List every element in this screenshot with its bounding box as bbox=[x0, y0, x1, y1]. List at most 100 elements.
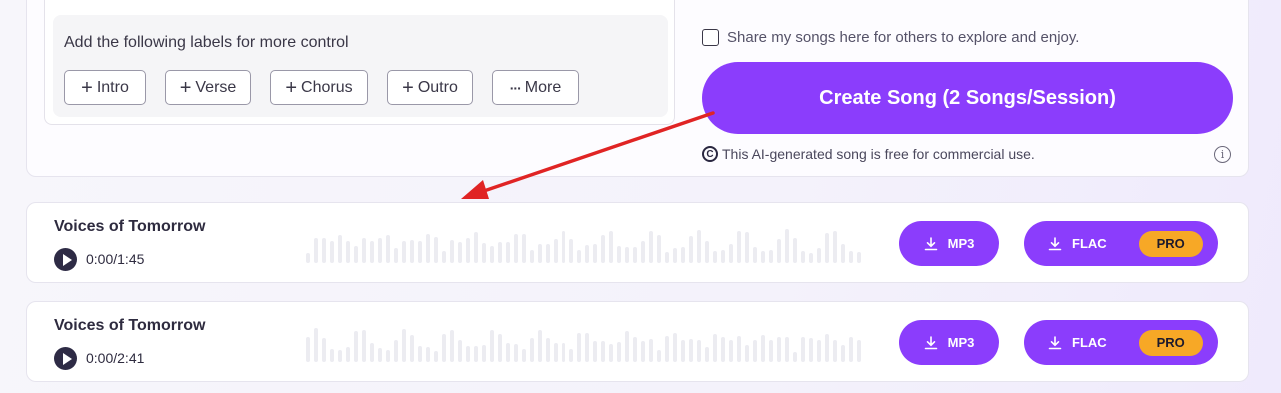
add-intro-label: Intro bbox=[96, 78, 129, 96]
waveform-bar bbox=[625, 247, 630, 263]
waveform-bar bbox=[848, 251, 853, 263]
song-time: 0:00/2:41 bbox=[86, 350, 145, 366]
pro-badge: PRO bbox=[1138, 329, 1203, 356]
waveform-bar bbox=[321, 238, 326, 263]
download-flac-button[interactable]: FLAC PRO bbox=[1024, 320, 1218, 365]
waveform-bar bbox=[585, 245, 590, 263]
waveform-bar bbox=[377, 238, 382, 263]
plus-icon: + bbox=[402, 76, 414, 99]
waveform-bar bbox=[577, 250, 582, 263]
mp3-label: MP3 bbox=[947, 236, 975, 251]
waveform-bar bbox=[545, 338, 550, 362]
waveform-bar bbox=[489, 330, 494, 362]
waveform-bar bbox=[705, 241, 710, 263]
more-labels-button[interactable]: ··· More bbox=[492, 70, 579, 105]
lyrics-card: Add the following labels for more contro… bbox=[44, 0, 675, 125]
download-icon bbox=[924, 335, 937, 349]
waveform-bar bbox=[569, 239, 574, 263]
waveform-bar bbox=[409, 335, 414, 362]
mp3-label: MP3 bbox=[947, 335, 975, 350]
waveform-bar bbox=[840, 345, 845, 362]
waveform-bar bbox=[681, 247, 686, 263]
waveform-bar bbox=[824, 334, 829, 362]
waveform-bar bbox=[329, 241, 334, 263]
waveform-bar bbox=[824, 233, 829, 263]
waveform-bar bbox=[409, 240, 414, 263]
waveform-bar bbox=[665, 336, 670, 362]
waveform-bar bbox=[809, 338, 813, 362]
add-intro-button[interactable]: + Intro bbox=[64, 70, 146, 105]
waveform-bar bbox=[345, 347, 350, 362]
waveform-bar bbox=[513, 344, 518, 362]
waveform[interactable] bbox=[306, 221, 861, 263]
waveform-bar bbox=[497, 242, 502, 263]
waveform-bar bbox=[377, 348, 382, 362]
waveform-bar bbox=[817, 340, 821, 362]
waveform-bar bbox=[561, 343, 566, 362]
waveform-bar bbox=[737, 336, 742, 362]
waveform-bar bbox=[753, 340, 758, 362]
download-mp3-button[interactable]: MP3 bbox=[899, 320, 999, 365]
structure-labels-box: Add the following labels for more contro… bbox=[53, 15, 668, 117]
waveform-bar bbox=[393, 248, 398, 263]
waveform-bar bbox=[529, 250, 534, 263]
waveform-bar bbox=[433, 351, 438, 362]
waveform-bar bbox=[417, 241, 422, 263]
waveform-bar bbox=[745, 345, 750, 362]
plus-icon: + bbox=[285, 76, 298, 99]
song-creation-panel: Add the following labels for more contro… bbox=[26, 0, 1249, 177]
waveform-bar bbox=[609, 231, 614, 263]
waveform-bar bbox=[848, 337, 853, 362]
add-chorus-button[interactable]: + Chorus bbox=[270, 70, 368, 105]
waveform-bar bbox=[729, 340, 734, 362]
pro-badge: PRO bbox=[1138, 230, 1203, 257]
waveform-bar bbox=[473, 346, 478, 362]
song-title: Voices of Tomorrow bbox=[54, 317, 206, 334]
waveform-bar bbox=[840, 244, 845, 263]
waveform-bar bbox=[401, 241, 406, 263]
waveform-bar bbox=[465, 346, 470, 362]
waveform-bar bbox=[457, 242, 462, 263]
song-title: Voices of Tomorrow bbox=[54, 218, 206, 235]
add-verse-button[interactable]: + Verse bbox=[165, 70, 251, 105]
waveform-bar bbox=[529, 338, 534, 362]
waveform-bar bbox=[601, 235, 606, 263]
download-mp3-button[interactable]: MP3 bbox=[899, 221, 999, 266]
waveform-bar bbox=[321, 338, 326, 362]
download-icon bbox=[924, 236, 937, 250]
waveform-bar bbox=[329, 349, 334, 362]
labels-title: Add the following labels for more contro… bbox=[64, 34, 349, 51]
share-checkbox[interactable] bbox=[702, 29, 719, 46]
play-icon[interactable] bbox=[54, 347, 77, 370]
waveform-bar bbox=[641, 241, 646, 263]
waveform-bar bbox=[785, 337, 790, 362]
waveform-bar bbox=[561, 231, 566, 263]
waveform-bar bbox=[793, 352, 798, 362]
play-icon[interactable] bbox=[54, 248, 77, 271]
waveform-bar bbox=[369, 343, 374, 362]
license-note: C This AI-generated song is free for com… bbox=[702, 146, 1035, 162]
song-card: Voices of Tomorrow 0:00/2:41 MP3 FLAC PR… bbox=[26, 301, 1249, 382]
waveform-bar bbox=[513, 234, 518, 263]
download-flac-button[interactable]: FLAC PRO bbox=[1024, 221, 1218, 266]
waveform-bar bbox=[689, 339, 694, 362]
waveform-bar bbox=[625, 331, 630, 362]
info-icon[interactable]: i bbox=[1214, 146, 1231, 163]
waveform-bar bbox=[801, 251, 806, 263]
waveform-bar bbox=[617, 342, 622, 362]
create-song-button[interactable]: Create Song (2 Songs/Session) bbox=[702, 62, 1233, 134]
waveform-bar bbox=[753, 247, 758, 263]
download-icon bbox=[1048, 335, 1062, 349]
waveform-bar bbox=[745, 232, 750, 263]
waveform-bar bbox=[337, 235, 342, 263]
add-outro-button[interactable]: + Outro bbox=[387, 70, 473, 105]
waveform-bar bbox=[401, 329, 406, 362]
add-verse-label: Verse bbox=[195, 78, 237, 96]
waveform-bar bbox=[577, 333, 582, 362]
waveform-bar bbox=[721, 250, 726, 263]
waveform[interactable] bbox=[306, 320, 861, 362]
waveform-bar bbox=[689, 236, 694, 263]
waveform-bar bbox=[633, 337, 638, 362]
waveform-bar bbox=[832, 340, 837, 362]
waveform-bar bbox=[425, 347, 430, 362]
